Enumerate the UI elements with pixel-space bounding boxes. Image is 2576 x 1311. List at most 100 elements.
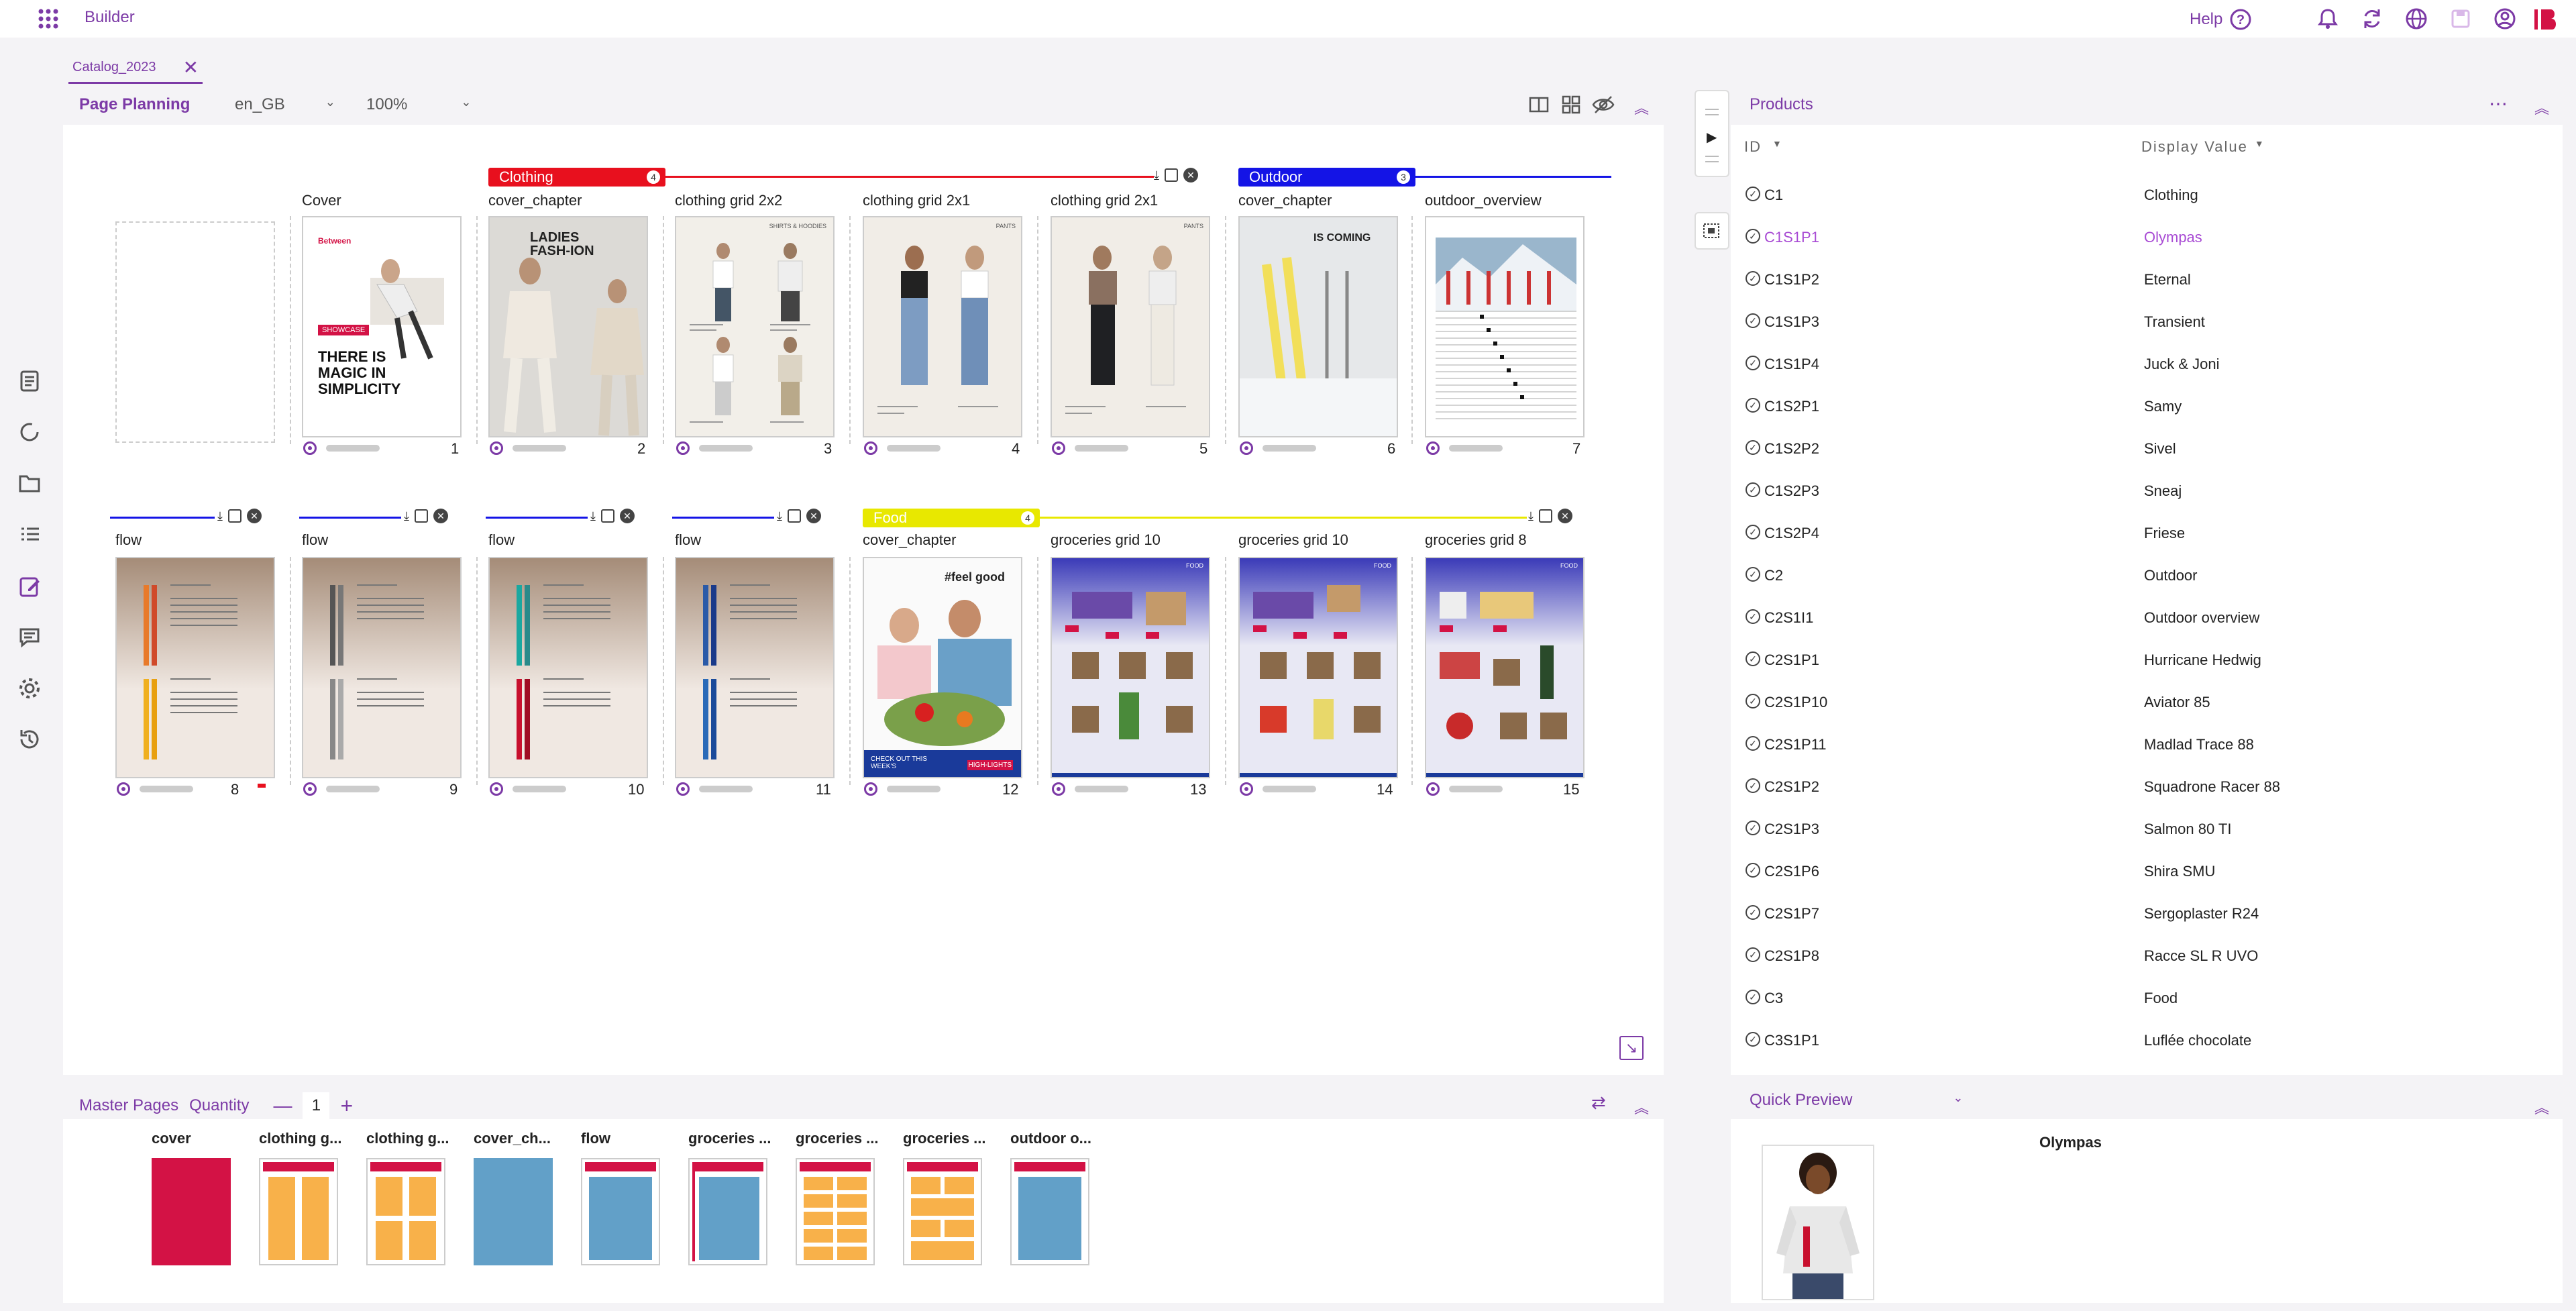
refresh-icon[interactable] (2360, 7, 2384, 31)
tab-catalog[interactable]: Catalog_2023 ✕ (72, 56, 199, 78)
collapse-chapter-icon[interactable] (1164, 168, 1178, 182)
remove-icon[interactable]: ✕ (433, 509, 448, 523)
help-button[interactable]: Help ? (2190, 8, 2252, 31)
page-status-icon[interactable] (676, 782, 690, 796)
product-row[interactable]: ✓ C2 Outdoor (1733, 554, 2559, 596)
product-row[interactable]: ✓ C3 Food (1733, 976, 2559, 1018)
master-page-item[interactable]: groceries ... (903, 1130, 990, 1265)
page-thumb-12[interactable]: #feel good CHECK OUT THIS WEEK'S HIGH-LI… (863, 557, 1022, 778)
blank-page-slot[interactable] (115, 221, 275, 443)
page-thumb-5[interactable]: PANTS (1051, 216, 1210, 437)
chapter-bar-clothing[interactable]: Clothing 4 (488, 168, 665, 187)
collapse-icon[interactable] (1538, 509, 1552, 523)
page-thumb-9[interactable] (302, 557, 462, 778)
product-row[interactable]: ✓ C2S1P10 Aviator 85 (1733, 680, 2559, 723)
history-icon[interactable] (16, 726, 43, 753)
page-status-icon[interactable] (1240, 782, 1253, 796)
product-row[interactable]: ✓ C2S1P11 Madlad Trace 88 (1733, 723, 2559, 765)
collapse-panel-icon[interactable]: ︽ (2534, 1096, 2549, 1118)
remove-icon[interactable]: ✕ (806, 509, 821, 523)
page-thumb-10[interactable] (488, 557, 648, 778)
hide-visibility-icon[interactable] (1591, 94, 1615, 115)
master-page-item[interactable]: clothing g... (366, 1130, 453, 1265)
page-thumb-8[interactable] (115, 557, 275, 778)
fit-to-screen-icon[interactable]: ↘ (1619, 1036, 1644, 1060)
product-row[interactable]: ✓ C3S1P1 Luflée chocolate (1733, 1018, 2559, 1061)
spread-view-icon[interactable] (1528, 94, 1550, 115)
column-header-id[interactable]: ID ▼ (1744, 138, 1783, 156)
product-row[interactable]: ✓ C2S1P8 Racce SL R UVO (1733, 934, 2559, 976)
grid-view-icon[interactable] (1560, 94, 1582, 115)
collapse-icon[interactable] (414, 509, 428, 523)
master-page-item[interactable]: cover_ch... (474, 1130, 561, 1265)
collapse-icon[interactable] (787, 509, 801, 523)
page-status-icon[interactable] (1240, 441, 1253, 455)
download-icon[interactable]: ⤓ (590, 509, 596, 523)
page-thumb-2[interactable]: LADIES FASH-ION (488, 216, 648, 437)
collapse-panel-icon[interactable]: ︽ (1634, 1096, 1649, 1118)
chapter-bar-food[interactable]: Food 4 (863, 509, 1040, 527)
apps-grid-icon[interactable] (38, 8, 59, 30)
product-row[interactable]: ✓ C1S2P2 Sivel (1733, 427, 2559, 469)
product-row[interactable]: ✓ C1 Clothing (1733, 173, 2559, 215)
globe-icon[interactable] (2404, 7, 2428, 31)
product-row[interactable]: ✓ C2S1P1 Hurricane Hedwig (1733, 638, 2559, 680)
download-icon[interactable]: ⤓ (1154, 168, 1159, 182)
collapse-icon[interactable] (227, 509, 241, 523)
expand-arrow-icon[interactable]: ▶ (1707, 129, 1717, 146)
swap-icon[interactable]: ⇄ (1591, 1092, 1606, 1113)
product-row[interactable]: ✓ C1S2P1 Samy (1733, 384, 2559, 427)
more-options-icon[interactable]: ⋯ (2489, 93, 2508, 115)
collapse-panel-icon[interactable]: ︽ (2534, 97, 2549, 118)
download-icon[interactable]: ⤓ (217, 509, 223, 523)
page-status-icon[interactable] (1052, 441, 1065, 455)
page-status-icon[interactable] (303, 441, 317, 455)
product-row[interactable]: ✓ C1S1P3 Transient (1733, 300, 2559, 342)
download-icon[interactable]: ⤓ (404, 509, 409, 523)
remove-chapter-icon[interactable]: ✕ (1183, 168, 1198, 182)
list-icon[interactable] (16, 521, 43, 547)
remove-icon[interactable]: ✕ (619, 509, 635, 523)
master-page-item[interactable]: outdoor o... (1010, 1130, 1097, 1265)
product-row[interactable]: ✓ C2S1P7 Sergoplaster R24 (1733, 892, 2559, 934)
quick-preview-select[interactable]: Quick Preview ⌄ (1750, 1091, 1963, 1110)
page-status-icon[interactable] (864, 782, 877, 796)
quantity-input[interactable]: 1 (303, 1092, 330, 1119)
page-status-icon[interactable] (303, 782, 317, 796)
increase-quantity-button[interactable]: + (340, 1094, 353, 1118)
page-status-icon[interactable] (1426, 782, 1440, 796)
documents-icon[interactable] (16, 368, 43, 395)
page-thumb-4[interactable]: PANTS (863, 216, 1022, 437)
chapter-bar-outdoor[interactable]: Outdoor 3 (1238, 168, 1415, 187)
page-thumb-3[interactable]: SHIRTS & HOODIES (675, 216, 835, 437)
master-page-item[interactable]: groceries ... (796, 1130, 883, 1265)
download-icon[interactable]: ⤓ (777, 509, 782, 523)
page-status-icon[interactable] (676, 441, 690, 455)
page-status-icon[interactable] (117, 782, 130, 796)
page-thumb-7[interactable] (1425, 216, 1585, 437)
download-icon[interactable]: ⤓ (1528, 509, 1534, 523)
page-thumb-14[interactable]: FOOD (1238, 557, 1398, 778)
edit-page-icon[interactable] (16, 573, 43, 600)
product-row[interactable]: ✓ C1S2P4 Friese (1733, 511, 2559, 554)
product-row[interactable]: ✓ C2S1P2 Squadrone Racer 88 (1733, 765, 2559, 807)
page-thumb-13[interactable]: FOOD (1051, 557, 1210, 778)
page-thumb-6[interactable]: IS COMING (1238, 216, 1398, 437)
save-icon[interactable] (2449, 7, 2473, 31)
page-status-icon[interactable] (1426, 441, 1440, 455)
page-status-icon[interactable] (490, 782, 503, 796)
user-account-icon[interactable] (2493, 7, 2517, 31)
folder-icon[interactable] (16, 470, 43, 496)
comments-icon[interactable] (16, 624, 43, 651)
column-header-display-value[interactable]: Display Value ▼ (2141, 138, 2265, 156)
master-page-item[interactable]: groceries ... (688, 1130, 775, 1265)
product-row[interactable]: ✓ C1S2P3 Sneaj (1733, 469, 2559, 511)
notifications-bell-icon[interactable] (2316, 7, 2340, 31)
page-thumb-15[interactable]: FOOD (1425, 557, 1585, 778)
decrease-quantity-button[interactable]: — (273, 1095, 292, 1116)
master-page-item[interactable]: cover (152, 1130, 239, 1265)
page-status-icon[interactable] (1052, 782, 1065, 796)
close-tab-icon[interactable]: ✕ (183, 56, 199, 78)
product-row[interactable]: ✓ C1S1P2 Eternal (1733, 258, 2559, 300)
product-row[interactable]: ✓ C1S1P1 Olympas (1733, 215, 2559, 258)
